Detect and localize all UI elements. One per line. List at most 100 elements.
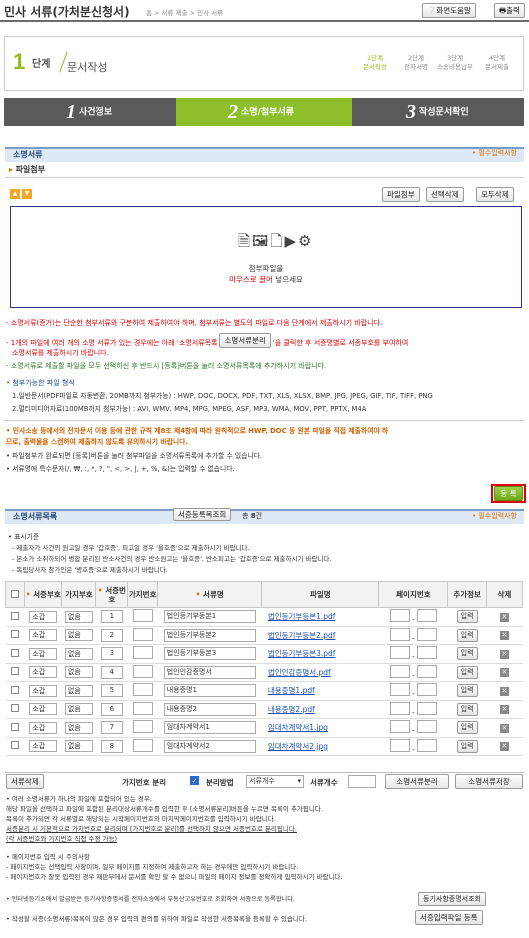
delete-row-icon[interactable]: ✕	[499, 668, 509, 678]
page-end-input[interactable]	[417, 720, 438, 734]
doc-name-input[interactable]: 내용증명2	[163, 702, 256, 716]
print-button[interactable]: 🖶출력	[494, 3, 525, 18]
code-select[interactable]: 소갑	[29, 703, 58, 716]
evidence-no-input[interactable]: 1	[100, 610, 123, 624]
row-checkbox[interactable]	[5, 700, 25, 719]
evidence-no-input[interactable]: 2	[100, 628, 123, 642]
row-checkbox[interactable]	[5, 607, 25, 627]
row-checkbox[interactable]	[5, 718, 25, 738]
page-start-input[interactable]	[389, 646, 410, 660]
doc-name-input[interactable]: 법인인감증명서	[163, 665, 256, 679]
page-start-input[interactable]	[389, 609, 410, 623]
evidence-file-register-button[interactable]: 서증입력파일 등록	[415, 910, 483, 925]
branch-select[interactable]: 없음	[64, 740, 93, 753]
page-start-input[interactable]	[389, 720, 410, 734]
move-up-icon[interactable]: ▲	[10, 189, 20, 199]
branch-select[interactable]: 없음	[64, 610, 93, 623]
split-evidence-inline-button[interactable]: 소명서류분리	[219, 333, 271, 348]
delete-row-icon[interactable]: ✕	[499, 742, 509, 752]
page-start-input[interactable]	[389, 683, 410, 697]
extra-info-button[interactable]: 입력	[456, 702, 478, 716]
delete-selected-button[interactable]: 선택삭제	[426, 187, 464, 202]
save-evidence-button[interactable]: 소명서류저장	[455, 774, 523, 789]
page-end-input[interactable]	[417, 738, 438, 752]
evidence-no-input[interactable]: 5	[100, 684, 123, 698]
evidence-no-input[interactable]: 8	[100, 739, 123, 753]
page-start-input[interactable]	[389, 738, 410, 752]
extra-info-button[interactable]: 입력	[456, 665, 478, 679]
row-checkbox[interactable]	[5, 737, 25, 756]
move-down-icon[interactable]: ▼	[22, 189, 32, 199]
code-select[interactable]: 소갑	[29, 610, 58, 623]
evidence-no-input[interactable]: 4	[100, 665, 123, 679]
page-end-input[interactable]	[417, 646, 438, 660]
tab-attachments[interactable]: 2 소명/첨부서류	[176, 98, 352, 126]
doc-name-input[interactable]: 내용증명1	[163, 684, 256, 698]
doc-name-input[interactable]: 임대차계약서2	[163, 739, 256, 753]
extra-info-button[interactable]: 입력	[456, 739, 478, 753]
extra-info-button[interactable]: 입력	[456, 684, 478, 698]
delete-row-icon[interactable]: ✕	[499, 686, 509, 696]
page-start-input[interactable]	[389, 627, 410, 641]
delete-row-icon[interactable]: ✕	[499, 612, 509, 622]
registry-lookup-button[interactable]: 등기사항증명서조회	[418, 892, 486, 906]
branch-no-input[interactable]	[132, 738, 153, 752]
branch-no-input[interactable]	[132, 683, 153, 697]
branch-select[interactable]: 없음	[64, 684, 93, 697]
code-select[interactable]: 소갑	[29, 684, 58, 697]
file-link[interactable]: 법인등기부등본3.pdf	[268, 649, 336, 658]
code-select[interactable]: 소갑	[29, 629, 58, 642]
page-start-input[interactable]	[389, 701, 410, 715]
help-button[interactable]: ❔화면도움말	[422, 3, 476, 18]
branch-select[interactable]: 없음	[64, 666, 93, 679]
doc-name-input[interactable]: 법인등기부등본1	[163, 610, 256, 624]
page-end-input[interactable]	[417, 627, 438, 641]
branch-select[interactable]: 없음	[64, 629, 93, 642]
code-select[interactable]: 소갑	[29, 721, 58, 734]
file-link[interactable]: 법인등기부등본1.pdf	[268, 612, 336, 621]
register-button[interactable]: 등 록	[494, 486, 523, 501]
delete-row-icon[interactable]: ✕	[499, 723, 509, 733]
branch-select[interactable]: 없음	[64, 647, 93, 660]
file-link[interactable]: 내용증명1.pdf	[268, 686, 315, 695]
extra-info-button[interactable]: 입력	[456, 628, 478, 642]
doc-count-input[interactable]	[348, 775, 376, 788]
row-checkbox[interactable]	[5, 644, 25, 664]
evidence-lookup-button[interactable]: 서증등록목조회	[173, 508, 232, 521]
extra-info-button[interactable]: 입력	[456, 610, 478, 624]
branch-split-checkbox[interactable]: ✓	[190, 776, 199, 785]
page-end-input[interactable]	[417, 683, 438, 697]
file-link[interactable]: 임대차계약서2.jpg	[268, 742, 328, 751]
branch-no-input[interactable]	[132, 720, 153, 734]
row-checkbox[interactable]	[5, 626, 25, 645]
file-link[interactable]: 법인등기부등본2.pdf	[268, 631, 336, 640]
delete-row-icon[interactable]: ✕	[499, 631, 509, 641]
tab-case-info[interactable]: 1 사건정보	[4, 98, 176, 126]
branch-no-input[interactable]	[132, 664, 153, 678]
page-end-input[interactable]	[417, 609, 438, 623]
tab-confirm-document[interactable]: 3 작성문서확인	[352, 98, 524, 126]
branch-no-input[interactable]	[132, 646, 153, 660]
page-end-input[interactable]	[417, 701, 438, 715]
code-select[interactable]: 소갑	[29, 666, 58, 679]
split-evidence-button[interactable]: 소명서류분리	[385, 774, 449, 789]
delete-row-icon[interactable]: ✕	[499, 705, 509, 715]
split-method-select[interactable]: 서류개수 ▾	[246, 775, 304, 788]
delete-all-button[interactable]: 모두삭제	[476, 187, 514, 202]
branch-no-input[interactable]	[132, 701, 153, 715]
doc-name-input[interactable]: 법인등기부등본3	[163, 647, 256, 661]
evidence-no-input[interactable]: 7	[100, 721, 123, 735]
code-select[interactable]: 소갑	[29, 647, 58, 660]
extra-info-button[interactable]: 입력	[456, 647, 478, 661]
file-link[interactable]: 내용증명2.pdf	[268, 705, 315, 714]
extra-info-button[interactable]: 입력	[456, 721, 478, 735]
row-checkbox[interactable]	[5, 681, 25, 701]
branch-select[interactable]: 없음	[64, 703, 93, 716]
branch-select[interactable]: 없음	[64, 721, 93, 734]
row-checkbox[interactable]	[5, 663, 25, 682]
delete-row-icon[interactable]: ✕	[499, 649, 509, 659]
page-end-input[interactable]	[417, 664, 438, 678]
branch-no-input[interactable]	[132, 609, 153, 623]
evidence-no-input[interactable]: 6	[100, 702, 123, 716]
file-link[interactable]: 법인인감증명서.pdf	[268, 668, 331, 677]
